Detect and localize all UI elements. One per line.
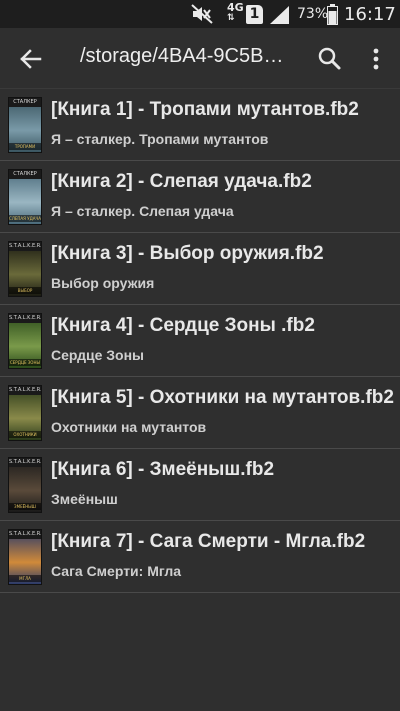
cover-footer: СЛЕПАЯ УДАЧА xyxy=(9,215,41,222)
file-name: [Книга 3] - Выбор оружия.fb2 xyxy=(51,243,324,264)
clock: 16:17 xyxy=(344,4,396,25)
search-button[interactable] xyxy=(312,41,348,77)
search-icon xyxy=(318,47,341,70)
file-row[interactable]: S.T.A.L.K.E.R. ЗМЕЁНЫШ [Книга 6] - Змеён… xyxy=(0,449,400,521)
file-name: [Книга 6] - Змеёныш.fb2 xyxy=(51,459,275,480)
book-cover-image: СТАЛКЕР СЛЕПАЯ УДАЧА xyxy=(8,169,42,225)
book-cover-image: S.T.A.L.K.E.R. ЗМЕЁНЫШ xyxy=(8,457,42,513)
app-toolbar: /storage/4BA4-9C5B… xyxy=(0,28,400,89)
network-4g-icon: 4G ⇅ xyxy=(227,1,244,23)
cover-header: S.T.A.L.K.E.R. xyxy=(9,386,42,395)
cover-footer: ЗМЕЁНЫШ xyxy=(9,503,41,510)
file-name: [Книга 1] - Тропами мутантов.fb2 xyxy=(51,99,359,120)
file-row[interactable]: S.T.A.L.K.E.R. ВЫБОР ОРУЖИЯ [Книга 3] - … xyxy=(0,233,400,305)
battery-percent: 73% xyxy=(297,6,329,22)
cover-header: СТАЛКЕР xyxy=(9,170,41,179)
cover-header: S.T.A.L.K.E.R. xyxy=(9,530,42,539)
file-subtitle: Выбор оружия xyxy=(51,275,155,291)
cover-header: S.T.A.L.K.E.R. xyxy=(9,242,42,251)
file-row[interactable]: S.T.A.L.K.E.R. МГЛА [Книга 7] - Сага Сме… xyxy=(0,521,400,593)
file-list: СТАЛКЕР ТРОПАМИ [Книга 1] - Тропами мута… xyxy=(0,89,400,593)
battery-icon xyxy=(327,4,338,25)
book-cover-image: S.T.A.L.K.E.R. СЕРДЦЕ ЗОНЫ xyxy=(8,313,42,369)
mute-icon xyxy=(190,3,214,25)
file-row[interactable]: S.T.A.L.K.E.R. ОХОТНИКИ [Книга 5] - Охот… xyxy=(0,377,400,449)
file-subtitle: Сага Смерти: Мгла xyxy=(51,563,182,579)
cover-footer: МГЛА xyxy=(9,575,41,582)
cover-header: S.T.A.L.K.E.R. xyxy=(9,458,42,467)
book-cover-image: S.T.A.L.K.E.R. ОХОТНИКИ xyxy=(8,385,42,441)
book-cover-image: S.T.A.L.K.E.R. МГЛА xyxy=(8,529,42,585)
file-name: [Книга 5] - Охотники на мутантов.fb2 xyxy=(51,387,394,408)
cover-header: S.T.A.L.K.E.R. xyxy=(9,314,42,323)
file-subtitle: Охотники на мутантов xyxy=(51,419,207,435)
file-row[interactable]: СТАЛКЕР СЛЕПАЯ УДАЧА [Книга 2] - Слепая … xyxy=(0,161,400,233)
cover-footer: СЕРДЦЕ ЗОНЫ xyxy=(9,359,41,366)
book-cover-image: СТАЛКЕР ТРОПАМИ xyxy=(8,97,42,153)
file-subtitle: Змеёныш xyxy=(51,491,118,507)
file-name: [Книга 2] - Слепая удача.fb2 xyxy=(51,171,312,192)
file-subtitle: Сердце Зоны xyxy=(51,347,145,363)
cover-footer: ОХОТНИКИ xyxy=(9,431,41,438)
cover-footer: ТРОПАМИ xyxy=(9,143,41,150)
file-row[interactable]: СТАЛКЕР ТРОПАМИ [Книга 1] - Тропами мута… xyxy=(0,89,400,161)
more-options-button[interactable] xyxy=(358,41,394,77)
arrow-left-icon xyxy=(20,49,42,69)
cover-header: СТАЛКЕР xyxy=(9,98,41,107)
file-subtitle: Я – сталкер. Слепая удача xyxy=(51,203,234,219)
file-subtitle: Я – сталкер. Тропами мутантов xyxy=(51,131,269,147)
file-name: [Книга 4] - Сердце Зоны .fb2 xyxy=(51,315,315,336)
cover-footer: ВЫБОР ОРУЖИЯ xyxy=(9,287,41,294)
file-name: [Книга 7] - Сага Смерти - Мгла.fb2 xyxy=(51,531,366,552)
file-row[interactable]: S.T.A.L.K.E.R. СЕРДЦЕ ЗОНЫ [Книга 4] - С… xyxy=(0,305,400,377)
sim-icon: 1 xyxy=(246,5,263,24)
back-button[interactable] xyxy=(12,41,48,77)
more-vert-icon xyxy=(373,48,379,70)
path-title: /storage/4BA4-9C5B… xyxy=(80,45,284,67)
book-cover-image: S.T.A.L.K.E.R. ВЫБОР ОРУЖИЯ xyxy=(8,241,42,297)
signal-icon xyxy=(268,5,290,25)
status-bar: 4G ⇅ 1 73% 16:17 xyxy=(0,0,400,28)
